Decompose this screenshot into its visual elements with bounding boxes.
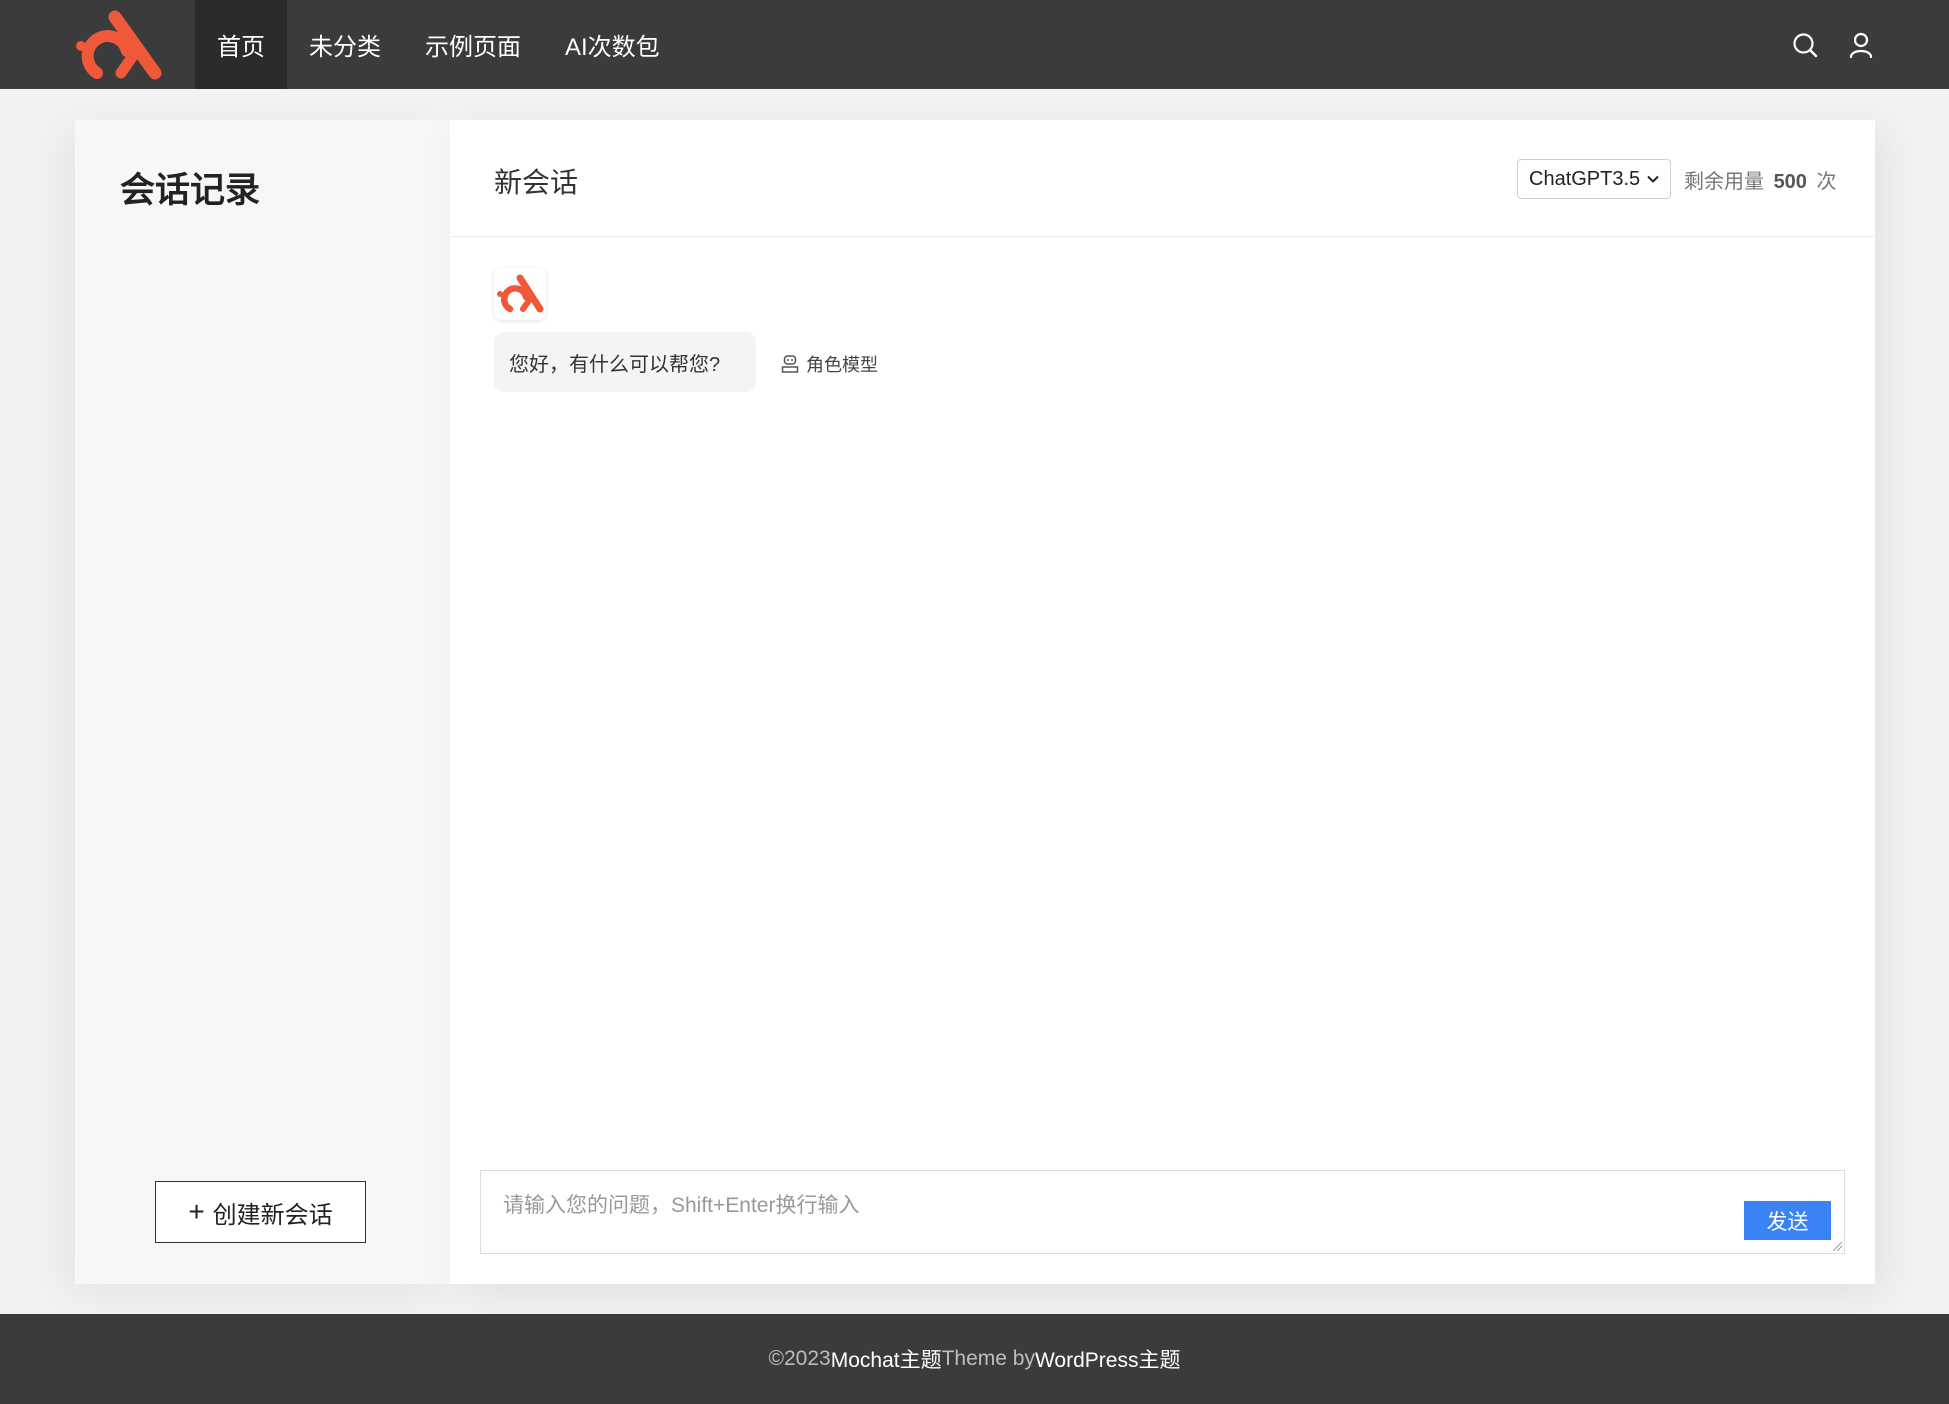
nav-item-home[interactable]: 首页	[195, 0, 287, 89]
bot-message-bubble: 您好，有什么可以帮您?	[494, 332, 756, 392]
brand-logo-icon[interactable]	[75, 9, 165, 81]
conversation-sidebar: 会话记录 + 创建新会话	[75, 120, 450, 1284]
role-model-button[interactable]: 角色模型	[780, 351, 878, 377]
send-label: 发送	[1766, 1210, 1809, 1234]
sidebar-title: 会话记录	[120, 171, 261, 210]
footer-theme-by: Theme by	[941, 1347, 1035, 1370]
chat-title: 新会话	[494, 167, 579, 198]
nav-item-sample-page[interactable]: 示例页面	[403, 0, 543, 89]
footer-copyright: ©2023	[768, 1347, 831, 1370]
quota-value: 500	[1773, 171, 1807, 193]
main-nav: 首页 未分类 示例页面 AI次数包	[195, 0, 682, 89]
quota-prefix: 剩余用量	[1684, 171, 1764, 193]
bot-message-text: 您好，有什么可以帮您?	[509, 353, 721, 376]
user-icon[interactable]	[1847, 31, 1875, 59]
page-footer: ©2023 Mochat主题 Theme by WordPress主题	[0, 1314, 1949, 1404]
new-chat-label: 创建新会话	[212, 1201, 333, 1229]
search-icon[interactable]	[1791, 31, 1819, 59]
top-navbar: 首页 未分类 示例页面 AI次数包	[0, 0, 1949, 89]
model-select[interactable]: ChatGPT3.5	[1517, 159, 1671, 199]
role-model-label: 角色模型	[806, 355, 878, 375]
bot-logo-icon	[497, 274, 544, 313]
model-select-value: ChatGPT3.5	[1529, 167, 1641, 190]
quota-suffix: 次	[1816, 171, 1837, 193]
send-button[interactable]: 发送	[1744, 1201, 1831, 1240]
chevron-down-icon	[1647, 175, 1659, 183]
new-chat-button[interactable]: + 创建新会话	[155, 1181, 366, 1243]
footer-platform-link[interactable]: WordPress主题	[1035, 1344, 1180, 1374]
message-input-box: 发送	[480, 1170, 1845, 1254]
role-model-icon	[781, 355, 799, 373]
nav-item-ai-package[interactable]: AI次数包	[543, 0, 682, 89]
plus-icon: +	[188, 1196, 205, 1227]
chat-panel: 新会话 ChatGPT3.5 剩余用量 500 次 您好，有什么可以帮您? 角色…	[450, 120, 1875, 1284]
message-input[interactable]	[481, 1171, 1844, 1253]
resize-handle-icon[interactable]	[1831, 1240, 1843, 1252]
chat-header: 新会话 ChatGPT3.5 剩余用量 500 次	[450, 120, 1875, 237]
nav-item-uncategorized[interactable]: 未分类	[287, 0, 403, 89]
quota-display: 剩余用量 500 次	[1684, 165, 1837, 194]
footer-theme-link[interactable]: Mochat主题	[831, 1344, 942, 1374]
bot-avatar	[494, 268, 546, 320]
